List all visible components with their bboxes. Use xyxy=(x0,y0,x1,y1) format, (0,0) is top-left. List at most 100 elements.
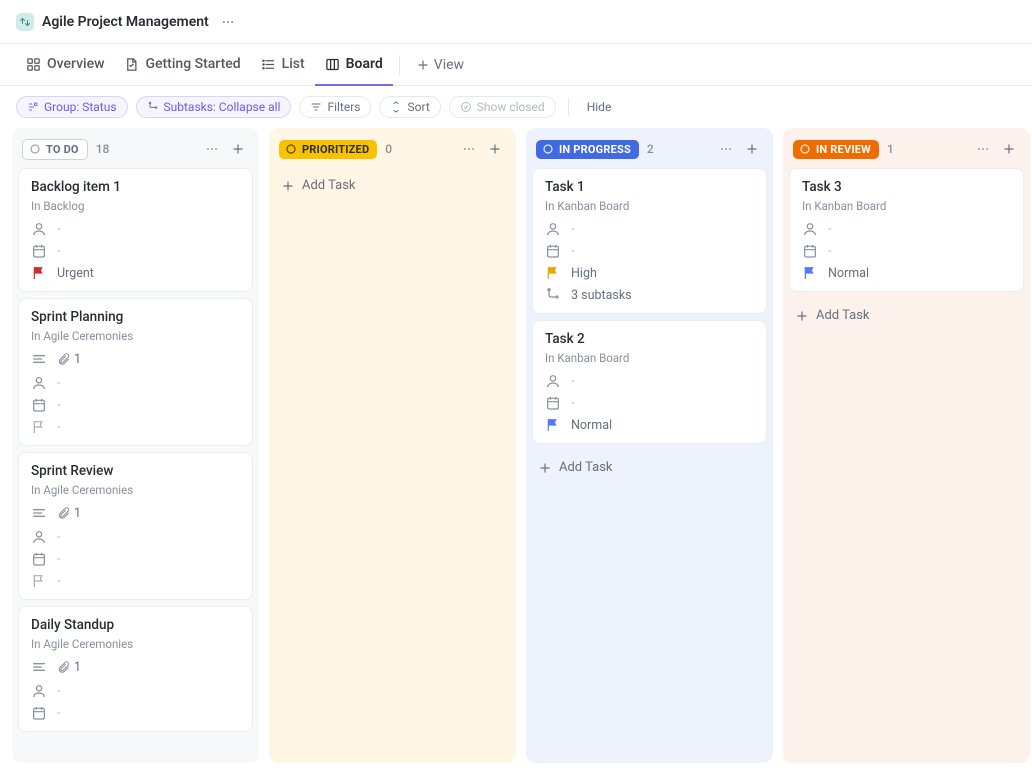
card-location: In Agile Ceremonies xyxy=(31,329,240,343)
task-card[interactable]: Daily Standup In Agile Ceremonies 1 - - xyxy=(18,606,253,732)
subtasks-icon xyxy=(545,287,561,303)
date-icon xyxy=(802,243,818,259)
task-card[interactable]: Backlog item 1 In Backlog - - Urgent xyxy=(18,168,253,292)
page-title[interactable]: Agile Project Management xyxy=(42,14,209,30)
column-cards: Task 1 In Kanban Board - - High 3 subtas… xyxy=(526,168,773,450)
assignee-value: - xyxy=(57,684,60,699)
date-value: - xyxy=(57,706,60,721)
date-icon xyxy=(31,551,47,567)
assignee-icon xyxy=(802,221,818,237)
add-task-label: Add Task xyxy=(302,178,356,193)
assignee-value: - xyxy=(57,530,60,545)
date-icon xyxy=(31,705,47,721)
column-options-button[interactable] xyxy=(458,138,480,160)
filters-pill[interactable]: Filters xyxy=(299,96,371,118)
priority-value: - xyxy=(57,574,60,589)
assignee-value: - xyxy=(571,374,574,389)
card-title: Task 3 xyxy=(802,179,1011,195)
status-chip-in-review[interactable]: IN REVIEW xyxy=(793,140,879,159)
card-location: In Agile Ceremonies xyxy=(31,483,240,497)
column-cards: Task 3 In Kanban Board - - Normal xyxy=(783,168,1030,298)
assignee-value: - xyxy=(57,376,60,391)
add-task-label: Add Task xyxy=(559,460,613,475)
hide-toolbar-button[interactable]: Hide xyxy=(581,97,618,117)
task-card[interactable]: Task 3 In Kanban Board - - Normal xyxy=(789,168,1024,292)
status-chip-in-progress[interactable]: IN PROGRESS xyxy=(536,140,639,159)
tab-label: Overview xyxy=(47,56,104,72)
priority-value: High xyxy=(571,266,597,281)
date-icon xyxy=(31,397,47,413)
add-task-button[interactable]: Add Task xyxy=(526,450,773,485)
card-title: Backlog item 1 xyxy=(31,179,240,195)
column-header: IN REVIEW 1 xyxy=(783,128,1030,168)
space-icon xyxy=(16,13,34,31)
date-icon xyxy=(545,395,561,411)
board-toolbar: Group: Status Subtasks: Collapse all Fil… xyxy=(0,86,1032,128)
assignee-value: - xyxy=(828,222,831,237)
flag-icon xyxy=(31,265,47,281)
task-card[interactable]: Task 2 In Kanban Board - - Normal xyxy=(532,320,767,444)
add-task-icon-button[interactable] xyxy=(998,138,1020,160)
card-title: Daily Standup xyxy=(31,617,240,633)
subtasks-value: 3 subtasks xyxy=(571,288,632,303)
add-task-icon-button[interactable] xyxy=(484,138,506,160)
tab-overview[interactable]: Overview xyxy=(16,44,114,86)
priority-value: Urgent xyxy=(57,266,94,281)
column-prioritized: PRIORITIZED 0 Add Task xyxy=(269,128,516,763)
assignee-icon xyxy=(545,221,561,237)
card-title: Sprint Review xyxy=(31,463,240,479)
column-cards: Backlog item 1 In Backlog - - Urgent Spr… xyxy=(12,168,259,738)
status-label: PRIORITIZED xyxy=(302,143,369,156)
add-task-icon-button[interactable] xyxy=(227,138,249,160)
task-card[interactable]: Sprint Review In Agile Ceremonies 1 - - xyxy=(18,452,253,600)
column-in-progress: IN PROGRESS 2 Task 1 In Kanban Board - xyxy=(526,128,773,763)
date-value: - xyxy=(57,398,60,413)
page-header: Agile Project Management xyxy=(0,0,1032,44)
status-chip-todo[interactable]: TO DO xyxy=(22,139,88,160)
column-options-button[interactable] xyxy=(972,138,994,160)
assignee-value: - xyxy=(571,222,574,237)
page-options-button[interactable] xyxy=(217,11,239,33)
add-task-button[interactable]: Add Task xyxy=(269,168,516,203)
subtasks-pill[interactable]: Subtasks: Collapse all xyxy=(136,96,292,118)
attachment-badge: 1 xyxy=(57,352,81,367)
assignee-icon xyxy=(31,683,47,699)
assignee-icon xyxy=(31,529,47,545)
column-in-review: IN REVIEW 1 Task 3 In Kanban Board - xyxy=(783,128,1030,763)
tab-label: List xyxy=(282,56,305,72)
column-options-button[interactable] xyxy=(715,138,737,160)
date-icon xyxy=(31,243,47,259)
task-card[interactable]: Sprint Planning In Agile Ceremonies 1 - … xyxy=(18,298,253,446)
add-view-label: View xyxy=(434,57,464,73)
column-count: 2 xyxy=(647,142,654,156)
tab-getting-started[interactable]: Getting Started xyxy=(114,44,250,86)
kanban-board: TO DO 18 Backlog item 1 In Backlog - xyxy=(0,128,1032,775)
sort-pill[interactable]: Sort xyxy=(379,96,440,118)
priority-value: Normal xyxy=(828,266,869,281)
task-card[interactable]: Task 1 In Kanban Board - - High 3 subtas… xyxy=(532,168,767,314)
date-icon xyxy=(545,243,561,259)
show-closed-pill[interactable]: Show closed xyxy=(449,96,556,118)
description-icon xyxy=(31,659,47,675)
flag-icon xyxy=(545,417,561,433)
column-header: IN PROGRESS 2 xyxy=(526,128,773,168)
status-label: IN REVIEW xyxy=(816,143,871,156)
pill-label: Subtasks: Collapse all xyxy=(164,100,281,114)
status-chip-prioritized[interactable]: PRIORITIZED xyxy=(279,140,377,159)
tab-board[interactable]: Board xyxy=(315,44,393,86)
column-count: 1 xyxy=(887,142,894,156)
add-view-button[interactable]: View xyxy=(406,51,474,79)
add-task-button[interactable]: Add Task xyxy=(783,298,1030,333)
assignee-icon xyxy=(545,373,561,389)
description-icon xyxy=(31,351,47,367)
group-by-pill[interactable]: Group: Status xyxy=(16,96,128,118)
divider xyxy=(399,55,400,75)
card-location: In Backlog xyxy=(31,199,240,213)
tab-list[interactable]: List xyxy=(251,44,315,86)
column-options-button[interactable] xyxy=(201,138,223,160)
priority-value: Normal xyxy=(571,418,612,433)
add-task-icon-button[interactable] xyxy=(741,138,763,160)
assignee-icon xyxy=(31,375,47,391)
date-value: - xyxy=(57,244,60,259)
flag-icon xyxy=(31,573,47,589)
